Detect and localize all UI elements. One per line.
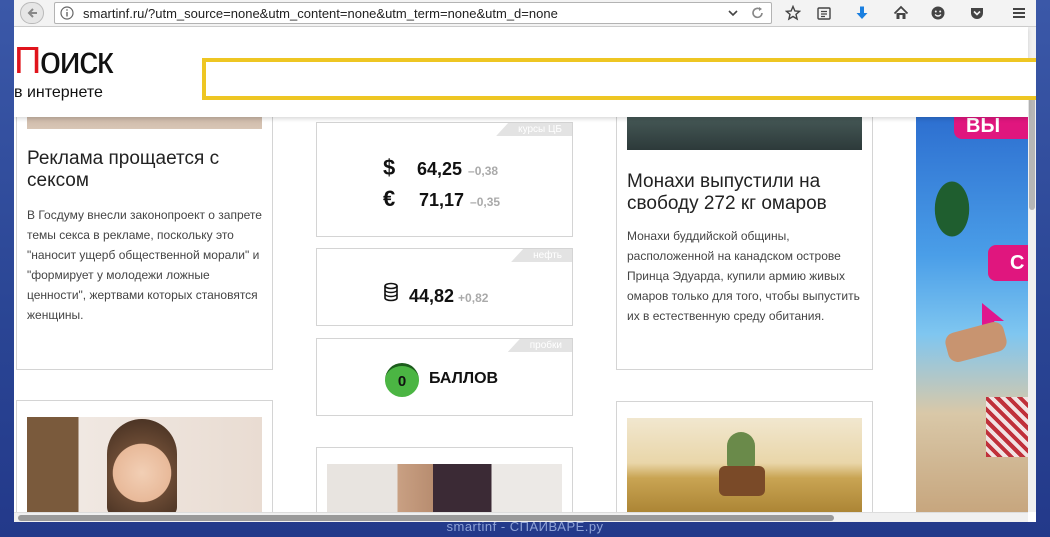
browser-window: smartinf.ru/?utm_source=none&utm_content… — [14, 0, 1036, 522]
article-title-right[interactable]: Монахи выпустили на свободу 272 кг омаро… — [627, 171, 862, 215]
reading-list-icon[interactable] — [811, 2, 837, 24]
article-image-right-2[interactable] — [627, 418, 862, 512]
oil-rate-row: 44,82 +0,82 — [383, 282, 488, 307]
ad-top-label[interactable]: ВЫ — [954, 117, 1028, 139]
eur-change: –0,35 — [470, 195, 501, 209]
search-input[interactable] — [202, 58, 1036, 100]
article-image-left-2[interactable] — [27, 417, 262, 512]
usd-rate-row: $ 64,25 –0,38 — [383, 155, 498, 181]
traffic-tag: пробки — [507, 339, 572, 352]
traffic-label: БАЛЛОВ — [429, 370, 499, 387]
dollar-icon: $ — [383, 155, 396, 180]
article-title-left[interactable]: Реклама прощается с сексом — [27, 148, 257, 192]
portrait-photo — [107, 419, 177, 512]
logo-subtitle: в интернете — [14, 84, 103, 101]
article-card-right-2[interactable] — [616, 401, 873, 512]
photo-figure — [727, 432, 755, 468]
url-text[interactable]: smartinf.ru/?utm_source=none&utm_content… — [83, 6, 558, 21]
horizontal-scrollbar[interactable] — [14, 512, 1028, 522]
bookmark-star-icon[interactable] — [780, 2, 806, 24]
eur-rate-row: € 71,17 –0,35 — [383, 186, 500, 212]
article-card-left-2[interactable] — [16, 400, 273, 512]
palm-tree — [922, 177, 982, 257]
url-dropdown-icon[interactable] — [727, 4, 739, 25]
eur-value: 71,17 — [419, 190, 465, 210]
article-text-right: Монахи буддийской общины, расположенной … — [627, 229, 860, 323]
logo-rest: оиск — [39, 40, 114, 82]
logo-first-letter: П — [14, 40, 41, 82]
pocket-icon[interactable] — [964, 2, 990, 24]
site-header: Поиск в интернете — [14, 27, 1036, 117]
menu-hamburger-icon[interactable] — [1006, 2, 1032, 24]
usd-change: –0,38 — [468, 164, 499, 178]
ad-plaid-cloth — [986, 397, 1028, 457]
advertisement-banner[interactable]: ВЫ С — [916, 117, 1028, 512]
horizontal-scrollbar-thumb[interactable] — [18, 515, 834, 521]
browser-toolbar: smartinf.ru/?utm_source=none&utm_content… — [14, 0, 1036, 27]
home-icon[interactable] — [888, 2, 914, 24]
currency-rates-widget: курсы ЦБ $ 64,25 –0,38 € 71,17 –0,35 — [316, 122, 573, 237]
downloads-icon[interactable] — [849, 2, 875, 24]
article-text-left: В Госдуму внесли законопроект о запрете … — [27, 208, 262, 322]
site-logo[interactable]: Поиск — [14, 40, 114, 82]
back-arrow-icon — [27, 8, 37, 18]
oil-price-widget: нефть 44,82 +0,82 — [316, 248, 573, 326]
info-icon[interactable] — [59, 5, 75, 21]
oil-tag: нефть — [511, 249, 572, 262]
oil-value: 44,82 — [409, 286, 455, 306]
traffic-widget: пробки 0 БАЛЛОВ — [316, 338, 573, 416]
url-bar[interactable]: smartinf.ru/?utm_source=none&utm_content… — [54, 2, 772, 24]
ad-mid-label[interactable]: С — [988, 245, 1028, 281]
ad-leg — [943, 319, 1009, 365]
article-image-middle[interactable] — [327, 464, 562, 512]
euro-icon: € — [383, 186, 396, 211]
rates-tag: курсы ЦБ — [496, 123, 572, 136]
article-card-middle[interactable] — [316, 447, 573, 512]
back-button[interactable] — [20, 2, 44, 24]
reload-icon[interactable] — [751, 4, 765, 25]
oil-change: +0,82 — [458, 291, 489, 305]
traffic-score-badge: 0 — [385, 363, 419, 397]
vertical-scrollbar-thumb[interactable] — [1029, 90, 1035, 210]
smiley-icon[interactable] — [925, 2, 951, 24]
oil-barrel-icon — [383, 282, 409, 307]
photo-armchair — [719, 466, 765, 496]
usd-value: 64,25 — [417, 159, 463, 179]
